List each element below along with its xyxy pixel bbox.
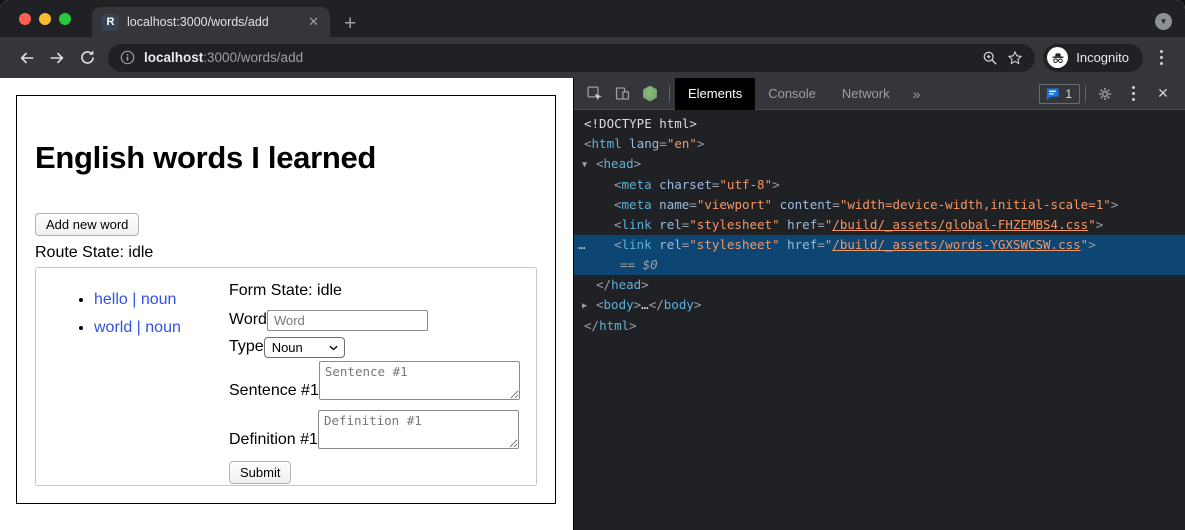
content-area: English words I learned Add new word Rou… — [0, 78, 1185, 530]
back-button[interactable] — [12, 43, 42, 73]
web-page: English words I learned Add new word Rou… — [0, 78, 573, 530]
definition-textarea[interactable] — [318, 410, 519, 449]
tab-close-icon[interactable]: ✕ — [305, 13, 322, 31]
browser-menu-button[interactable] — [1149, 50, 1173, 65]
dom-tree-line[interactable]: == $0 — [574, 255, 1185, 275]
browser-toolbar: localhost:3000/words/add Incognito — [0, 37, 1185, 78]
dom-tree-line[interactable]: ▼<head> — [574, 154, 1185, 175]
gear-icon — [1097, 86, 1113, 102]
new-tab-button[interactable]: + — [344, 13, 356, 34]
words-panel: hello | noun world | noun Form State: id… — [35, 267, 537, 486]
traffic-lights — [19, 13, 71, 25]
line-gutter-dots[interactable]: … — [578, 235, 587, 255]
chevron-down-icon — [329, 345, 338, 351]
issues-count: 1 — [1065, 87, 1072, 101]
forward-arrow-icon — [48, 49, 66, 67]
dom-tree-line[interactable]: </html> — [574, 316, 1185, 336]
browser-tab[interactable]: R localhost:3000/words/add ✕ — [92, 7, 330, 37]
list-item: hello | noun — [94, 291, 229, 309]
dom-tree-line[interactable]: ▶<body>…</body> — [574, 295, 1185, 316]
expand-arrow-icon[interactable]: ▼ — [582, 155, 596, 175]
toolbar-divider — [1085, 85, 1086, 102]
word-label: Word — [229, 310, 267, 329]
reload-button[interactable] — [72, 43, 102, 73]
forward-button[interactable] — [42, 43, 72, 73]
url-path: :3000/words/add — [203, 50, 303, 65]
issues-button[interactable]: 1 — [1039, 84, 1080, 104]
issues-flag-icon — [1045, 87, 1060, 101]
incognito-icon — [1047, 47, 1068, 68]
dom-tree-line[interactable]: <meta name="viewport" content="width=dev… — [574, 195, 1185, 215]
page-info-icon[interactable] — [120, 50, 135, 65]
back-arrow-icon — [18, 49, 36, 67]
sentence-row: Sentence #1 — [229, 361, 520, 400]
form-state-text: Form State: idle — [229, 282, 520, 300]
browser-window: R localhost:3000/words/add ✕ + ▾ localho… — [0, 0, 1185, 530]
dom-tree: <!DOCTYPE html><html lang="en">▼<head><m… — [574, 110, 1185, 530]
devtools-settings-button[interactable] — [1091, 81, 1119, 107]
tab-strip: R localhost:3000/words/add ✕ + ▾ — [0, 0, 1185, 37]
dom-tree-line[interactable]: <!DOCTYPE html> — [574, 114, 1185, 134]
zoom-window-button[interactable] — [59, 13, 71, 25]
url-text[interactable]: localhost:3000/words/add — [144, 50, 973, 65]
page-title: English words I learned — [35, 140, 537, 176]
bookmark-star-icon[interactable] — [1007, 50, 1023, 66]
incognito-badge: Incognito — [1043, 44, 1143, 72]
tab-title: localhost:3000/words/add — [127, 15, 297, 29]
window-chevron-icon[interactable]: ▾ — [1155, 13, 1172, 30]
sentence-label: Sentence #1 — [229, 381, 319, 400]
devtools-close-button[interactable]: ✕ — [1149, 81, 1177, 107]
more-tabs-button[interactable]: » — [903, 86, 931, 102]
minimize-window-button[interactable] — [39, 13, 51, 25]
word-link[interactable]: hello | noun — [94, 291, 176, 308]
dom-tree-line[interactable]: …<link rel="stylesheet" href="/build/_as… — [574, 235, 1185, 255]
nodejs-devtools-icon[interactable] — [636, 81, 664, 107]
submit-button[interactable]: Submit — [229, 461, 291, 484]
definition-row: Definition #1 — [229, 410, 520, 449]
inspect-cursor-icon — [586, 85, 603, 102]
word-input[interactable] — [267, 310, 428, 331]
type-select-value: Noun — [272, 340, 303, 355]
type-row: Type Noun — [229, 337, 520, 358]
devtools-menu-button[interactable] — [1121, 86, 1145, 101]
incognito-label: Incognito — [1076, 50, 1129, 65]
app-container: English words I learned Add new word Rou… — [16, 95, 556, 504]
add-word-form: Form State: idle Word Type Noun — [229, 268, 520, 485]
toolbar-divider — [669, 85, 670, 102]
devtools-toolbar: Elements Console Network » 1 ✕ — [574, 78, 1185, 110]
tab-console[interactable]: Console — [755, 78, 829, 110]
type-label: Type — [229, 337, 264, 356]
type-select[interactable]: Noun — [264, 337, 345, 358]
address-bar[interactable]: localhost:3000/words/add — [108, 44, 1035, 72]
dom-tree-line[interactable]: <html lang="en"> — [574, 134, 1185, 154]
route-state-text: Route State: idle — [35, 244, 537, 262]
dom-tree-line[interactable]: </head> — [574, 275, 1185, 295]
sentence-textarea[interactable] — [319, 361, 520, 400]
tab-elements[interactable]: Elements — [675, 78, 755, 110]
inspect-element-button[interactable] — [580, 81, 608, 107]
devtools-panel: Elements Console Network » 1 ✕ <!DOCTYPE… — [573, 78, 1185, 530]
add-new-word-button[interactable]: Add new word — [35, 213, 139, 236]
word-row: Word — [229, 310, 520, 331]
url-host: localhost — [144, 50, 203, 65]
list-item: world | noun — [94, 319, 229, 337]
tab-network[interactable]: Network — [829, 78, 903, 110]
definition-label: Definition #1 — [229, 430, 318, 449]
remix-favicon-icon: R — [102, 14, 119, 31]
device-toggle-icon — [614, 85, 631, 102]
device-toolbar-button[interactable] — [608, 81, 636, 107]
dom-tree-line[interactable]: <meta charset="utf-8"> — [574, 175, 1185, 195]
dom-tree-line[interactable]: <link rel="stylesheet" href="/build/_ass… — [574, 215, 1185, 235]
close-window-button[interactable] — [19, 13, 31, 25]
zoom-page-icon[interactable] — [982, 50, 998, 66]
word-list: hello | noun world | noun — [36, 291, 229, 485]
reload-icon — [79, 49, 96, 66]
expand-arrow-icon[interactable]: ▶ — [582, 296, 596, 316]
word-link[interactable]: world | noun — [94, 319, 181, 336]
